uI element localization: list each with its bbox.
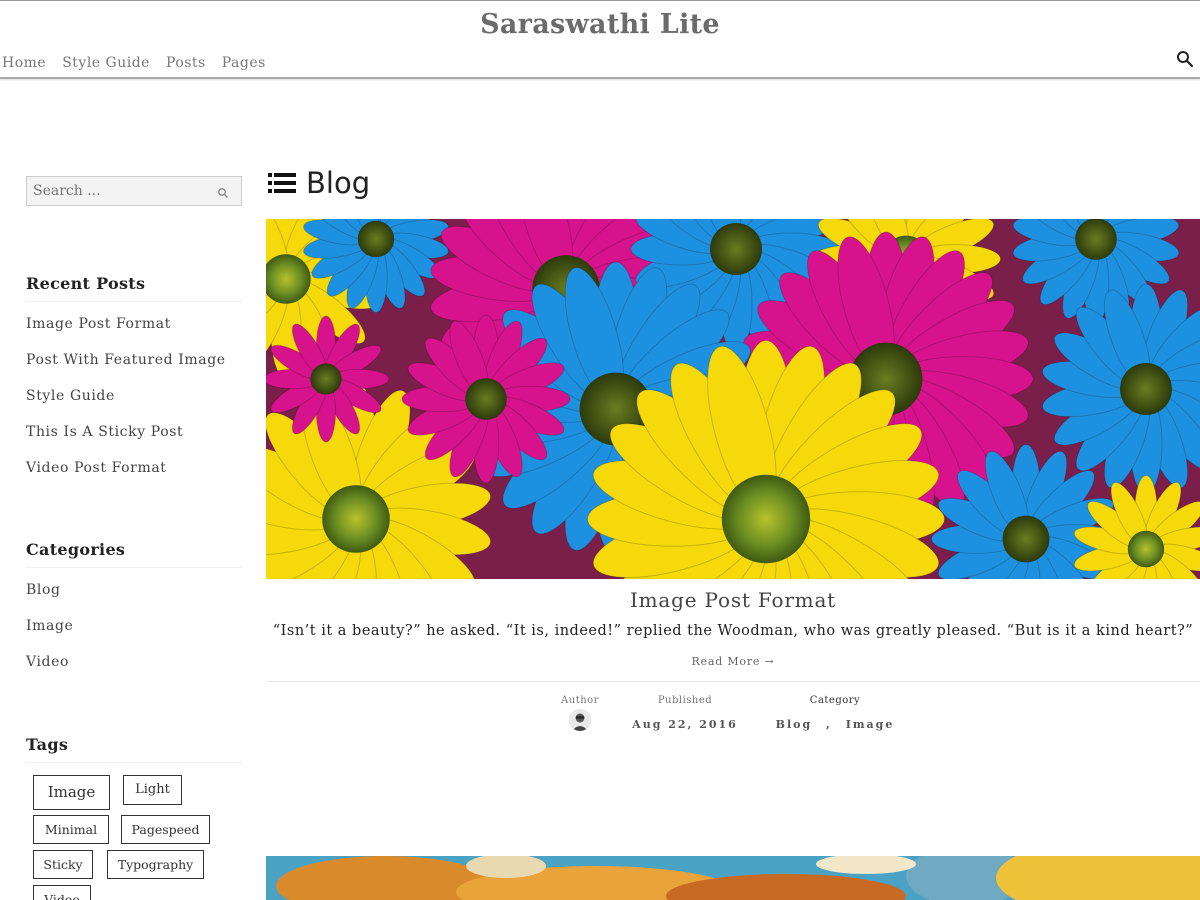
site-title[interactable]: Saraswathi Lite [0,9,1200,40]
categories-widget: Categories Blog Image Video [26,540,242,690]
tag-link[interactable]: Typography [107,850,204,879]
post-date[interactable]: Aug 22, 2016 [620,718,750,731]
tag-link[interactable]: Image [33,775,110,810]
sidebar: Recent Posts Image Post Format Post With… [26,176,242,900]
recent-post-link[interactable]: Style Guide [26,388,242,424]
sidebar-search-form [26,176,242,206]
post-category-link[interactable]: Image [846,718,895,731]
category-link[interactable]: Image [26,618,242,654]
read-more-link[interactable]: Read More → [266,655,1200,668]
widget-title-recent-posts: Recent Posts [26,274,242,302]
widget-title-categories: Categories [26,540,242,568]
search-icon[interactable] [217,187,229,199]
post-meta-published: Published Aug 22, 2016 [620,695,750,731]
tag-link[interactable]: Pagespeed [121,815,210,844]
meta-published-label: Published [657,695,713,706]
meta-category-label: Category [809,695,861,706]
post-excerpt: “Isn’t it a beauty?” he asked. “It is, i… [272,623,1194,639]
tag-link[interactable]: Video [33,885,91,900]
list-icon [268,173,296,193]
site-header: Saraswathi Lite Home Style Guide Posts P… [0,0,1200,79]
avatar[interactable] [569,709,591,731]
tag-link[interactable]: Sticky [33,850,93,879]
main-nav: Home Style Guide Posts Pages [2,55,282,71]
nav-style-guide[interactable]: Style Guide [62,55,150,71]
recent-posts-widget: Recent Posts Image Post Format Post With… [26,274,242,496]
sidebar-search-input[interactable] [27,177,241,205]
tag-link[interactable]: Light [123,775,182,805]
post-meta-author: Author [545,695,615,731]
post-categories: Blog , Image [770,718,900,731]
search-icon[interactable] [1176,50,1194,68]
category-link[interactable]: Video [26,654,242,690]
post-title[interactable]: Image Post Format [266,588,1200,612]
archive-heading: Blog [268,166,370,200]
meta-author-label: Author [561,695,599,706]
tag-link[interactable]: Minimal [33,815,109,844]
featured-image[interactable] [266,219,1200,579]
category-link[interactable]: Blog [26,582,242,618]
featured-image[interactable] [266,856,1200,900]
tags-widget: Tags Image Light Minimal Pagespeed Stick… [26,735,242,900]
recent-post-link[interactable]: This Is A Sticky Post [26,424,242,460]
recent-post-link[interactable]: Video Post Format [26,460,242,496]
recent-post-link[interactable]: Post With Featured Image [26,352,242,388]
nav-home[interactable]: Home [2,55,46,71]
page-title: Blog [306,166,371,200]
widget-title-tags: Tags [26,735,242,763]
category-separator: , [826,718,832,731]
nav-pages[interactable]: Pages [222,55,266,71]
post-category-link[interactable]: Blog [776,718,813,731]
post-divider [266,681,1200,682]
post-meta-category: Category Blog , Image [770,695,900,731]
nav-posts[interactable]: Posts [166,55,206,71]
recent-post-link[interactable]: Image Post Format [26,316,242,352]
